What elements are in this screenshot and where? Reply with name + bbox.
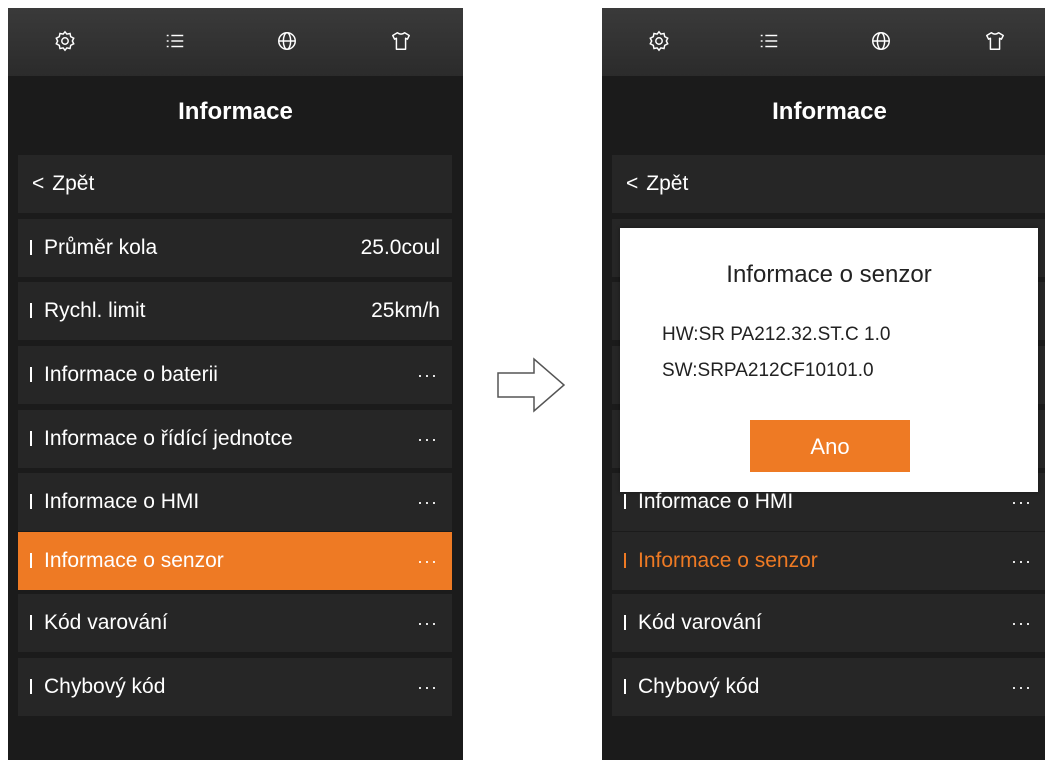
list-item-speed-limit[interactable]: Rychl. limit 25km/h: [18, 282, 452, 340]
back-button[interactable]: < Zpět: [18, 155, 452, 213]
list-item-warning-code[interactable]: Kód varování ···: [18, 594, 452, 652]
item-value: 25.0coul: [360, 236, 440, 259]
list-item-warning-code[interactable]: Kód varování ···: [612, 594, 1045, 652]
more-icon: ···: [417, 613, 438, 633]
list-item-controller-info[interactable]: Informace o řídící jednotce ···: [18, 410, 452, 468]
confirm-button[interactable]: Ano: [750, 420, 910, 472]
more-icon: ···: [1011, 677, 1032, 697]
settings-icon[interactable]: [52, 28, 78, 54]
back-label: Zpět: [52, 172, 95, 195]
item-label: Průměr kola: [44, 236, 158, 259]
item-label: Informace o HMI: [638, 490, 794, 513]
item-label: Informace o baterii: [44, 363, 218, 386]
back-label: Zpět: [646, 172, 689, 195]
sensor-info-dialog: Informace o senzor HW:SR PA212.32.ST.C 1…: [620, 228, 1038, 492]
shirt-icon[interactable]: [388, 28, 414, 54]
item-value: 25km/h: [371, 299, 440, 322]
item-label: Informace o HMI: [44, 490, 200, 513]
hardware-version: HW:SR PA212.32.ST.C 1.0: [662, 324, 891, 345]
chevron-left-icon: <: [626, 172, 639, 195]
list-item-battery-info[interactable]: Informace o baterii ···: [18, 346, 452, 404]
more-icon: ···: [417, 429, 438, 449]
right-screen: Informace < Zpět Informace o HMI ··· Info…: [602, 8, 1045, 760]
more-icon: ···: [417, 365, 438, 385]
item-label: Informace o senzor: [44, 549, 224, 572]
more-icon: ···: [417, 551, 438, 571]
more-icon: ···: [417, 677, 438, 697]
chevron-left-icon: <: [32, 172, 45, 195]
list-icon[interactable]: [756, 28, 782, 54]
list-item-sensor-info[interactable]: Informace o senzor ···: [612, 532, 1045, 590]
list-item-error-code[interactable]: Chybový kód ···: [612, 658, 1045, 716]
list-item-wheel-diameter[interactable]: Průměr kola 25.0coul: [18, 219, 452, 277]
more-icon: ···: [417, 492, 438, 512]
back-button[interactable]: < Zpět: [612, 155, 1045, 213]
arrow-right-icon: [497, 357, 566, 413]
list-item-sensor-info[interactable]: Informace o senzor ···: [18, 532, 452, 590]
list-item-hmi-info[interactable]: Informace o HMI ···: [18, 473, 452, 531]
item-label: Kód varování: [638, 611, 762, 634]
shirt-icon[interactable]: [982, 28, 1008, 54]
item-label: Chybový kód: [44, 675, 166, 698]
item-label: Chybový kód: [638, 675, 760, 698]
more-icon: ···: [1011, 613, 1032, 633]
list-icon[interactable]: [162, 28, 188, 54]
globe-icon[interactable]: [868, 28, 894, 54]
software-version: SW:SRPA212CF10101.0: [662, 360, 874, 381]
dialog-title: Informace o senzor: [726, 261, 932, 288]
list-item-error-code[interactable]: Chybový kód ···: [18, 658, 452, 716]
top-bar: [602, 8, 1045, 76]
item-label: Kód varování: [44, 611, 168, 634]
top-bar: [8, 8, 463, 76]
page-title: Informace: [178, 98, 293, 125]
page-title: Informace: [772, 98, 887, 125]
more-icon: ···: [1011, 551, 1032, 571]
settings-icon[interactable]: [646, 28, 672, 54]
item-label: Informace o senzor: [638, 549, 818, 572]
globe-icon[interactable]: [274, 28, 300, 54]
left-screen: Informace < Zpět Průměr kola 25.0coul Ryc…: [8, 8, 463, 760]
item-label: Informace o řídící jednotce: [44, 427, 293, 450]
item-label: Rychl. limit: [44, 299, 146, 322]
